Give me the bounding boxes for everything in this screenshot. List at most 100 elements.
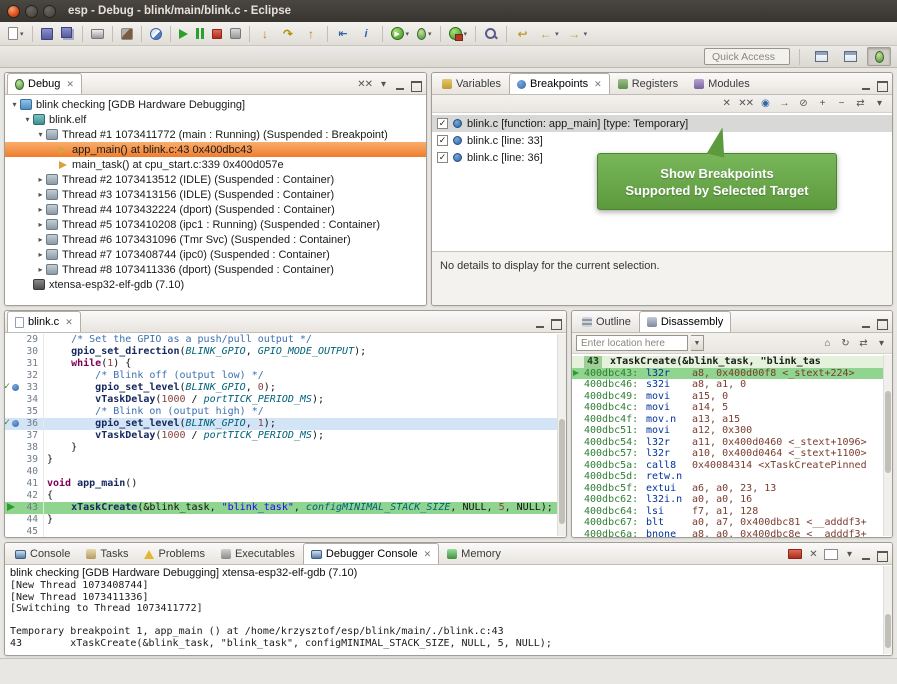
tree-expander-icon[interactable]: ▾ bbox=[35, 130, 46, 139]
step-into-button[interactable]: ↓ bbox=[255, 24, 276, 44]
editor-annotation-ruler[interactable] bbox=[5, 394, 20, 406]
close-icon[interactable]: ✕ bbox=[66, 79, 74, 90]
editor-annotation-ruler[interactable] bbox=[5, 514, 20, 526]
editor-annotation-ruler[interactable] bbox=[5, 358, 20, 370]
breakpoint-checkbox[interactable]: ✓ bbox=[437, 118, 448, 129]
debug-view-menu-button[interactable]: ▾ bbox=[376, 77, 390, 91]
tab-blink-c[interactable]: blink.c✕ bbox=[7, 311, 81, 332]
tab-tasks[interactable]: Tasks bbox=[78, 543, 136, 564]
location-dropdown-arrow[interactable]: ▼ bbox=[691, 335, 704, 351]
debug-tree-item[interactable]: ▸Thread #4 1073432224 (dport) (Suspended… bbox=[5, 202, 426, 217]
maximize-button[interactable] bbox=[550, 319, 561, 329]
window-close-button[interactable] bbox=[7, 5, 20, 18]
close-icon[interactable]: ✕ bbox=[65, 317, 73, 328]
minimize-button[interactable] bbox=[861, 81, 872, 91]
remove-selected-breakpoints-button[interactable]: ✕ bbox=[719, 97, 733, 111]
debug-perspective-button[interactable] bbox=[867, 47, 891, 66]
debug-tree-item[interactable]: ▾blink.elf bbox=[5, 112, 426, 127]
tab-variables[interactable]: Variables bbox=[434, 73, 509, 94]
last-edit-location-button[interactable]: ↩ bbox=[512, 24, 533, 44]
terminate-button[interactable] bbox=[209, 24, 225, 44]
quick-access-button[interactable]: Quick Access bbox=[704, 48, 790, 65]
tab-problems[interactable]: Problems bbox=[136, 543, 212, 564]
tab-disassembly[interactable]: Disassembly bbox=[639, 311, 731, 332]
console-output[interactable]: blink checking [GDB Hardware Debugging] … bbox=[5, 565, 892, 655]
search-button[interactable] bbox=[481, 24, 501, 44]
editor-annotation-ruler[interactable] bbox=[5, 466, 20, 478]
resume-button[interactable] bbox=[176, 24, 191, 44]
console-scrollbar[interactable] bbox=[883, 566, 892, 654]
editor-annotation-ruler[interactable] bbox=[5, 382, 20, 394]
save-button[interactable] bbox=[38, 24, 56, 44]
step-over-button[interactable]: ↷ bbox=[278, 24, 299, 44]
refresh-button[interactable]: ↻ bbox=[838, 336, 852, 350]
expand-all-button[interactable]: + bbox=[815, 97, 829, 111]
window-minimize-button[interactable] bbox=[25, 5, 38, 18]
clear-console-button[interactable] bbox=[824, 549, 838, 560]
save-all-button[interactable] bbox=[58, 24, 77, 44]
link-with-debug-view-button[interactable]: ⇄ bbox=[853, 97, 867, 111]
scrollbar-thumb[interactable] bbox=[885, 614, 891, 647]
tree-expander-icon[interactable]: ▸ bbox=[35, 265, 46, 274]
minimize-button[interactable] bbox=[861, 319, 872, 329]
editor-annotation-ruler[interactable] bbox=[5, 442, 20, 454]
debug-tree-item[interactable]: ▾Thread #1 1073411772 (main : Running) (… bbox=[5, 127, 426, 142]
remove-all-terminated-launches-button[interactable]: ✕ bbox=[806, 547, 820, 561]
breakpoints-view-menu-button[interactable]: ▾ bbox=[872, 97, 886, 111]
tab-debug[interactable]: Debug✕ bbox=[7, 73, 82, 94]
debug-tree-item[interactable]: ▸Thread #3 1073413156 (IDLE) (Suspended … bbox=[5, 187, 426, 202]
minimize-button[interactable] bbox=[395, 81, 406, 91]
debug-tree-item[interactable]: ▸Thread #8 1073411336 (dport) (Suspended… bbox=[5, 262, 426, 277]
build-button[interactable] bbox=[118, 24, 136, 44]
scrollbar-thumb[interactable] bbox=[885, 391, 891, 472]
cpp-perspective-button[interactable] bbox=[838, 47, 862, 66]
editor-annotation-ruler[interactable] bbox=[5, 502, 20, 514]
debug-tree-item[interactable]: ▸Thread #2 1073413512 (IDLE) (Suspended … bbox=[5, 172, 426, 187]
home-button[interactable]: ⌂ bbox=[820, 336, 834, 350]
window-maximize-button[interactable] bbox=[43, 5, 56, 18]
go-to-file-for-breakpoint-button[interactable]: → bbox=[777, 97, 791, 111]
minimize-button[interactable] bbox=[535, 319, 546, 329]
tree-expander-icon[interactable]: ▾ bbox=[9, 100, 20, 109]
tree-expander-icon[interactable]: ▸ bbox=[35, 235, 46, 244]
open-perspective-button[interactable] bbox=[809, 47, 833, 66]
location-input[interactable]: Enter location here bbox=[576, 335, 688, 351]
scrollbar-thumb[interactable] bbox=[559, 419, 565, 524]
debug-button[interactable]: ▾ bbox=[414, 24, 435, 44]
maximize-button[interactable] bbox=[876, 319, 887, 329]
skip-all-breakpoints-button[interactable] bbox=[147, 24, 165, 44]
breakpoint-item[interactable]: ✓blink.c [line: 33] bbox=[432, 132, 892, 149]
debug-tree-item[interactable]: ▸Thread #6 1073431096 (Tmr Svc) (Suspend… bbox=[5, 232, 426, 247]
tree-expander-icon[interactable]: ▸ bbox=[35, 190, 46, 199]
instruction-stepping-button[interactable]: i bbox=[356, 24, 377, 44]
tab-console[interactable]: Console bbox=[7, 543, 78, 564]
debug-tree-item[interactable]: ▸Thread #7 1073408744 (ipc0) (Suspended … bbox=[5, 247, 426, 262]
tree-expander-icon[interactable]: ▸ bbox=[35, 175, 46, 184]
collapse-all-button[interactable]: − bbox=[834, 97, 848, 111]
tree-expander-icon[interactable]: ▸ bbox=[35, 205, 46, 214]
maximize-button[interactable] bbox=[876, 551, 887, 561]
tab-memory[interactable]: Memory bbox=[439, 543, 509, 564]
breakpoint-checkbox[interactable]: ✓ bbox=[437, 135, 448, 146]
breakpoint-item[interactable]: ✓blink.c [function: app_main] [type: Tem… bbox=[432, 115, 892, 132]
external-tools-button[interactable]: ▾ bbox=[446, 24, 471, 44]
tab-registers[interactable]: Registers bbox=[610, 73, 686, 94]
new-button[interactable]: ▾ bbox=[5, 24, 27, 44]
tab-outline[interactable]: Outline bbox=[574, 311, 639, 332]
drop-to-frame-button[interactable]: ⇤ bbox=[333, 24, 354, 44]
tab-modules[interactable]: Modules bbox=[686, 73, 758, 94]
sync-with-active-debug-context-button[interactable]: ⇄ bbox=[856, 336, 870, 350]
remove-all-terminated-button[interactable]: ✕✕ bbox=[357, 77, 372, 91]
disassembly-view-menu-button[interactable]: ▾ bbox=[874, 336, 888, 350]
disassembly-scrollbar[interactable] bbox=[883, 355, 892, 536]
display-selected-console-button[interactable]: ▾ bbox=[842, 547, 856, 561]
disassembly-listing[interactable]: 43xTaskCreate(&blink_task, "blink_tas400… bbox=[572, 354, 892, 537]
editor-annotation-ruler[interactable] bbox=[5, 430, 20, 442]
debug-launch-tree[interactable]: ▾blink checking [GDB Hardware Debugging]… bbox=[5, 95, 426, 305]
close-icon[interactable]: ✕ bbox=[594, 79, 602, 90]
maximize-button[interactable] bbox=[876, 81, 887, 91]
debug-tree-item[interactable]: ▾blink checking [GDB Hardware Debugging] bbox=[5, 97, 426, 112]
maximize-button[interactable] bbox=[410, 81, 421, 91]
editor-annotation-ruler[interactable] bbox=[5, 526, 20, 537]
debug-tree-item[interactable]: app_main() at blink.c:43 0x400dbc43 bbox=[5, 142, 426, 157]
